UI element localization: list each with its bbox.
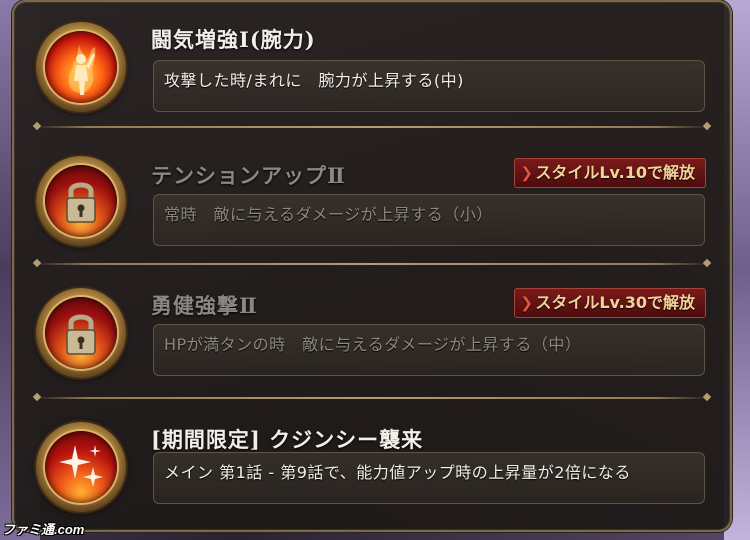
unlock-requirement-badge: スタイルLv.30で解放 [514,288,706,318]
skill-icon-frame [36,422,126,512]
skill-icon-frame [36,156,126,246]
skill-row[interactable]: 勇健強撃Ⅱ スタイルLv.30で解放 HPが満タンの時 敵に与えるダメージが上昇… [14,270,730,399]
row-divider [34,263,710,265]
row-divider [34,126,710,128]
skill-icon-frame [36,22,126,112]
skill-row[interactable]: [期間限定] クジンシー襲来 メイン 第1話 - 第9話で、能力値アップ時の上昇… [14,404,730,529]
skill-description: 常時 敵に与えるダメージが上昇する（小） [153,194,705,246]
skill-title: テンションアップⅡ [151,163,346,188]
flame-figure-icon [68,41,96,95]
skill-title: [期間限定] クジンシー襲来 [151,427,424,452]
skill-list-panel: 闘気増強Ⅰ(腕力) 攻撃した時/まれに 腕力が上昇する(中) テンションアップⅡ… [12,0,732,532]
skill-description: HPが満タンの時 敵に与えるダメージが上昇する（中） [153,324,705,376]
skill-description: メイン 第1話 - 第9話で、能力値アップ時の上昇量が2倍になる [153,452,705,504]
padlock-icon [66,182,96,223]
sparkle-icon [59,445,103,487]
skill-title: 勇健強撃Ⅱ [151,293,258,318]
skill-title: 闘気増強Ⅰ(腕力) [151,27,316,52]
unlock-requirement-badge: スタイルLv.10で解放 [514,158,706,188]
row-divider [34,397,710,399]
skill-row[interactable]: 闘気増強Ⅰ(腕力) 攻撃した時/まれに 腕力が上昇する(中) [14,2,730,128]
skill-description: 攻撃した時/まれに 腕力が上昇する(中) [153,60,705,112]
padlock-icon [66,314,96,355]
watermark: ファミ通.com [2,522,85,537]
skill-icon-frame [36,288,126,378]
skill-row[interactable]: テンションアップⅡ スタイルLv.10で解放 常時 敵に与えるダメージが上昇する… [14,138,730,265]
